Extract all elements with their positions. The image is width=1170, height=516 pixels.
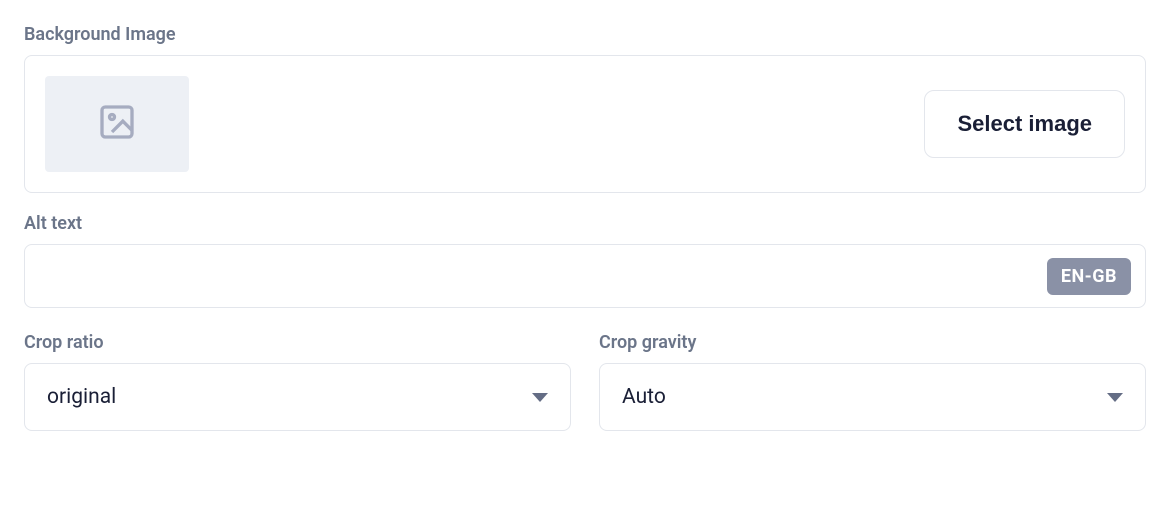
crop-gravity-select[interactable]: Auto [599,363,1146,431]
language-chip[interactable]: EN-GB [1047,258,1131,295]
crop-ratio-column: Crop ratio original [24,332,571,431]
crop-row: Crop ratio original Crop gravity Auto [24,332,1146,431]
alt-text-field-container: EN-GB [24,244,1146,308]
background-image-label: Background Image [24,24,1146,45]
crop-gravity-column: Crop gravity Auto [599,332,1146,431]
crop-ratio-label: Crop ratio [24,332,571,353]
image-placeholder-icon [97,102,137,146]
select-image-button[interactable]: Select image [924,90,1125,158]
image-thumbnail-placeholder[interactable] [45,76,189,172]
background-image-container: Select image [24,55,1146,193]
chevron-down-icon [532,393,548,402]
crop-ratio-select[interactable]: original [24,363,571,431]
crop-gravity-label: Crop gravity [599,332,1146,353]
alt-text-input[interactable] [39,255,1047,297]
chevron-down-icon [1107,393,1123,402]
alt-text-label: Alt text [24,213,1146,234]
crop-ratio-value: original [47,385,116,409]
crop-gravity-value: Auto [622,385,666,409]
